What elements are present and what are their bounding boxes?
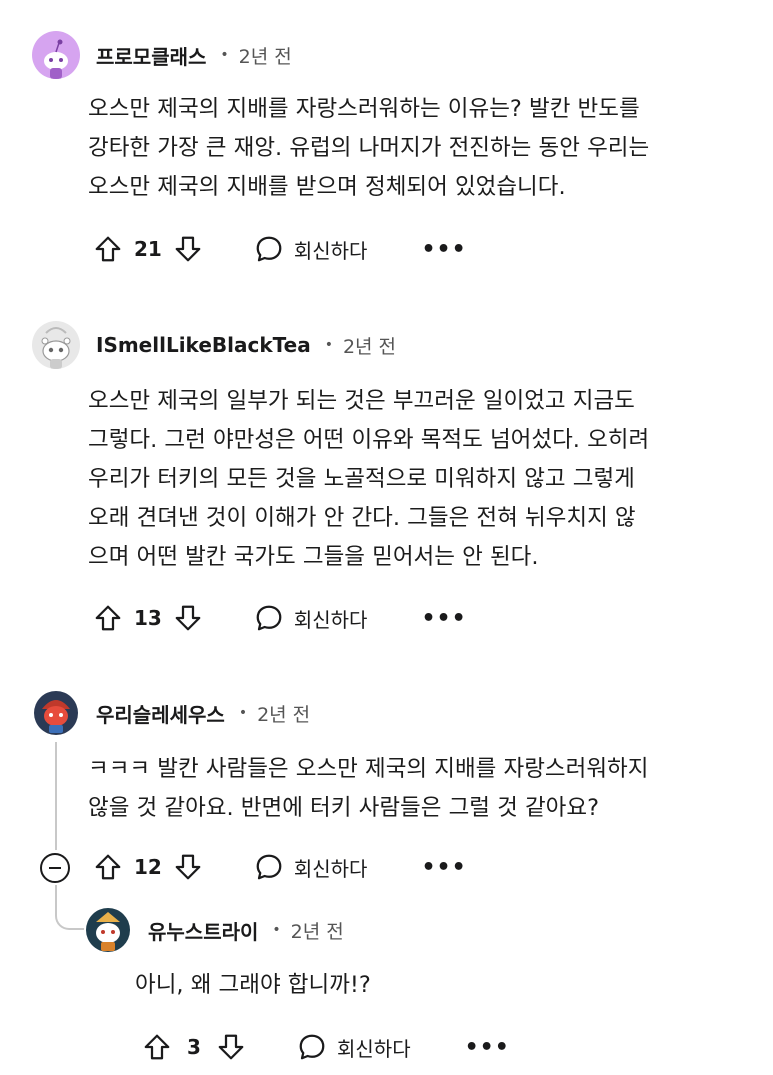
comment-body: ㅋㅋㅋ 발칸 사람들은 오스만 제국의 지배를 자랑스러워하지 않을 것 같아요… xyxy=(88,756,649,821)
reply-button[interactable]: 회신하다 xyxy=(254,234,368,264)
comment-actions: 21 회신하다 ••• xyxy=(90,227,467,271)
comment-body: 오스만 제국의 지배를 자랑스러워하는 이유는? 발칸 반도를 강타한 가장 큰… xyxy=(88,96,650,200)
upvote-button[interactable] xyxy=(139,1029,175,1065)
upvote-icon xyxy=(95,236,121,262)
comment-bubble-icon xyxy=(256,854,282,880)
comment-header: ISmellLikeBlackTea • 2년 전 xyxy=(32,320,396,370)
upvote-button[interactable] xyxy=(90,849,126,885)
upvote-icon xyxy=(95,605,121,631)
snoo-avatar-icon xyxy=(41,327,71,369)
vote-score: 21 xyxy=(134,237,162,261)
vote-score: 13 xyxy=(134,606,162,630)
comment-bubble-icon xyxy=(256,605,282,631)
avatar[interactable] xyxy=(32,321,80,369)
more-options-icon[interactable]: ••• xyxy=(421,855,466,880)
comment-bubble-icon xyxy=(299,1034,325,1060)
comment-actions: 3 회신하다 ••• xyxy=(139,1025,510,1069)
username[interactable]: 유누스트라이 xyxy=(148,916,258,945)
username[interactable]: 프로모클래스 xyxy=(96,41,206,70)
timestamp: 2년 전 xyxy=(342,335,397,358)
comment-body: 오스만 제국의 일부가 되는 것은 부끄러운 일이었고 지금도 그렇다. 그런 … xyxy=(88,388,650,570)
separator-dot: • xyxy=(238,705,248,721)
snoo-avatar-icon xyxy=(44,39,68,79)
collapse-thread-icon[interactable] xyxy=(40,853,70,883)
separator-dot: • xyxy=(324,337,333,353)
vote-score: 3 xyxy=(187,1035,201,1059)
reply-label: 회신하다 xyxy=(293,607,368,632)
thread-connector xyxy=(55,885,85,930)
downvote-button[interactable] xyxy=(170,231,206,267)
snoo-avatar-icon xyxy=(34,691,78,735)
comment-header: 우리슬레세우스 • 2년 전 xyxy=(32,688,310,738)
reply-label: 회신하다 xyxy=(293,238,368,263)
reply-label: 회신하다 xyxy=(293,856,368,881)
downvote-icon xyxy=(218,1034,244,1060)
vote-score: 12 xyxy=(134,855,162,879)
downvote-button[interactable] xyxy=(213,1029,249,1065)
separator-dot: • xyxy=(272,922,281,938)
timestamp: 2년 전 xyxy=(238,45,292,68)
username[interactable]: ISmellLikeBlackTea xyxy=(96,333,311,357)
thread-line[interactable] xyxy=(55,742,57,850)
avatar[interactable] xyxy=(32,31,80,79)
upvote-icon xyxy=(95,854,121,880)
reply-button[interactable]: 회신하다 xyxy=(297,1032,411,1062)
avatar[interactable] xyxy=(32,689,80,737)
timestamp: 2년 전 xyxy=(290,920,344,943)
comment-header: 프로모클래스 • 2년 전 xyxy=(32,30,292,80)
reply-button[interactable]: 회신하다 xyxy=(254,603,368,633)
reply-button[interactable]: 회신하다 xyxy=(254,852,368,882)
more-options-icon[interactable]: ••• xyxy=(421,606,466,631)
upvote-button[interactable] xyxy=(90,600,126,636)
reply-label: 회신하다 xyxy=(337,1036,411,1061)
upvote-button[interactable] xyxy=(90,231,126,267)
snoo-avatar-icon xyxy=(86,908,130,952)
comment-body: 아니, 왜 그래야 합니까!? xyxy=(135,972,371,998)
comment-header: 유누스트라이 • 2년 전 xyxy=(84,905,344,955)
downvote-icon xyxy=(175,854,201,880)
downvote-button[interactable] xyxy=(170,600,206,636)
more-options-icon[interactable]: ••• xyxy=(421,237,466,262)
upvote-icon xyxy=(144,1034,170,1060)
downvote-icon xyxy=(175,605,201,631)
comment-actions: 13 회신하다 ••• xyxy=(90,596,467,640)
downvote-button[interactable] xyxy=(170,849,206,885)
timestamp: 2년 전 xyxy=(257,703,311,726)
more-options-icon[interactable]: ••• xyxy=(465,1035,510,1060)
avatar[interactable] xyxy=(84,906,132,954)
downvote-icon xyxy=(175,236,201,262)
comment-actions: 12 회신하다 ••• xyxy=(90,845,467,889)
comment-bubble-icon xyxy=(256,236,282,262)
separator-dot: • xyxy=(220,47,229,63)
username[interactable]: 우리슬레세우스 xyxy=(96,699,225,728)
